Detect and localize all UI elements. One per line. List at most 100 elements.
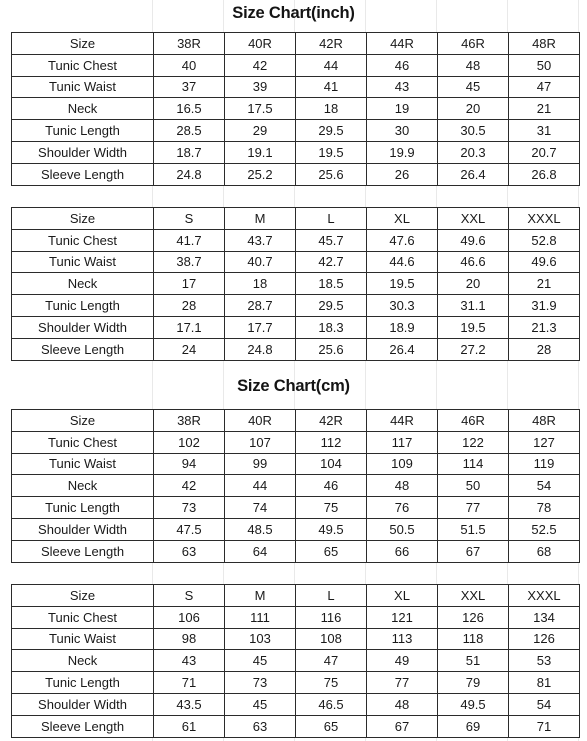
measurement-value-cell: 47.5 — [153, 517, 225, 541]
measurement-value-cell: 43 — [366, 75, 438, 99]
measurement-value-cell: 54 — [508, 474, 580, 498]
measurement-value-cell: 49 — [366, 649, 438, 673]
measurement-value-cell: 43.5 — [153, 692, 225, 716]
size-column-header-cell: XXXL — [508, 207, 580, 230]
measurement-value-cell: 126 — [508, 627, 580, 651]
measurement-label-cell: Sleeve Length — [11, 714, 154, 738]
size-column-header-cell: 48R — [508, 32, 580, 55]
measurement-value-cell: 26.4 — [366, 337, 438, 361]
table-body: Size S M L XL XXL XXXL Tunic Chest 41.7 43.7 45.7 4… — [11, 207, 580, 361]
table-row: Shoulder Width 17.1 17.7 18.3 18.9 19.5 21.3 — [11, 315, 580, 339]
measurement-value-cell: 20.3 — [437, 140, 509, 164]
measurement-label-cell: Tunic Chest — [11, 228, 154, 252]
measurement-value-cell: 99 — [224, 452, 296, 476]
table-row: Tunic Chest 106 111 116 121 126 134 — [11, 605, 580, 629]
measurement-value-cell: 20.7 — [508, 140, 580, 164]
measurement-value-cell: 16.5 — [153, 97, 225, 121]
size-header-cell: Size — [11, 584, 154, 607]
measurement-value-cell: 19.5 — [295, 140, 367, 164]
measurement-value-cell: 24.8 — [153, 162, 225, 186]
size-chart-cm-title: Size Chart(cm) — [237, 377, 350, 395]
table-row: Tunic Length 73 74 75 76 77 78 — [11, 496, 580, 519]
measurement-value-cell: 20 — [437, 97, 509, 121]
measurement-label-cell: Shoulder Width — [11, 517, 154, 541]
measurement-value-cell: 73 — [224, 671, 296, 694]
size-column-header-cell: 46R — [437, 409, 509, 432]
measurement-value-cell: 45.7 — [295, 228, 367, 252]
measurement-value-cell: 113 — [366, 627, 438, 651]
table-row: Tunic Length 28 28.7 29.5 30.3 31.1 31.9 — [11, 294, 580, 317]
measurement-value-cell: 47 — [295, 649, 367, 673]
measurement-value-cell: 21.3 — [508, 315, 580, 339]
table-row: Tunic Chest 40 42 44 46 48 50 — [11, 53, 580, 77]
measurement-value-cell: 38.7 — [153, 250, 225, 274]
measurement-value-cell: 20 — [437, 272, 509, 296]
table-row: Sleeve Length 63 64 65 66 67 68 — [11, 539, 580, 563]
size-column-header-cell: L — [295, 584, 367, 607]
measurement-value-cell: 42 — [224, 53, 296, 77]
table-row: Sleeve Length 24 24.8 25.6 26.4 27.2 28 — [11, 337, 580, 361]
size-column-header-cell: 42R — [295, 32, 367, 55]
measurement-value-cell: 40.7 — [224, 250, 296, 274]
size-column-header-cell: M — [224, 207, 296, 230]
size-header-cell: Size — [11, 207, 154, 230]
measurement-value-cell: 28.5 — [153, 119, 225, 142]
size-column-header-cell: XL — [366, 584, 438, 607]
measurement-value-cell: 76 — [366, 496, 438, 519]
measurement-value-cell: 73 — [153, 496, 225, 519]
table-row: Tunic Waist 94 99 104 109 114 119 — [11, 452, 580, 476]
table-row: Neck 16.5 17.5 18 19 20 21 — [11, 97, 580, 121]
table-row: Tunic Waist 37 39 41 43 45 47 — [11, 75, 580, 99]
measurement-value-cell: 41.7 — [153, 228, 225, 252]
measurement-value-cell: 24 — [153, 337, 225, 361]
size-column-header-cell: 46R — [437, 32, 509, 55]
table-row: Sleeve Length 24.8 25.2 25.6 26 26.4 26.8 — [11, 162, 580, 186]
measurement-value-cell: 17 — [153, 272, 225, 296]
measurement-value-cell: 29.5 — [295, 294, 367, 317]
measurement-value-cell: 18.7 — [153, 140, 225, 164]
measurement-value-cell: 41 — [295, 75, 367, 99]
measurement-value-cell: 109 — [366, 452, 438, 476]
table-row: Tunic Length 71 73 75 77 79 81 — [11, 671, 580, 694]
measurement-value-cell: 50 — [437, 474, 509, 498]
measurement-value-cell: 46 — [366, 53, 438, 77]
measurement-value-cell: 19 — [366, 97, 438, 121]
measurement-label-cell: Sleeve Length — [11, 337, 154, 361]
measurement-value-cell: 108 — [295, 627, 367, 651]
table-body: Size 38R 40R 42R 44R 46R 48R Tunic Chest 40 42 44 4… — [11, 32, 580, 186]
table-row: Shoulder Width 43.5 45 46.5 48 49.5 54 — [11, 692, 580, 716]
measurement-value-cell: 75 — [295, 671, 367, 694]
measurement-value-cell: 74 — [224, 496, 296, 519]
measurement-value-cell: 66 — [366, 539, 438, 563]
measurement-value-cell: 18 — [224, 272, 296, 296]
size-column-header-cell: XL — [366, 207, 438, 230]
measurement-value-cell: 94 — [153, 452, 225, 476]
measurement-value-cell: 48 — [437, 53, 509, 77]
measurement-value-cell: 111 — [224, 605, 296, 629]
measurement-value-cell: 65 — [295, 539, 367, 563]
measurement-value-cell: 19.5 — [366, 272, 438, 296]
size-header-cell: Size — [11, 32, 154, 55]
measurement-label-cell: Tunic Chest — [11, 605, 154, 629]
size-column-header-cell: S — [153, 584, 225, 607]
measurement-value-cell: 43 — [153, 649, 225, 673]
measurement-value-cell: 44 — [224, 474, 296, 498]
table-body: Size 38R 40R 42R 44R 46R 48R Tunic Chest 102 107 1… — [11, 409, 580, 563]
measurement-label-cell: Neck — [11, 649, 154, 673]
measurement-label-cell: Sleeve Length — [11, 162, 154, 186]
measurement-value-cell: 17.1 — [153, 315, 225, 339]
measurement-value-cell: 61 — [153, 714, 225, 738]
measurement-value-cell: 68 — [508, 539, 580, 563]
measurement-label-cell: Tunic Length — [11, 119, 154, 142]
table-header-row: Size 38R 40R 42R 44R 46R 48R — [11, 32, 580, 55]
measurement-value-cell: 39 — [224, 75, 296, 99]
measurement-value-cell: 107 — [224, 430, 296, 454]
measurement-value-cell: 79 — [437, 671, 509, 694]
size-column-header-cell: 40R — [224, 32, 296, 55]
measurement-value-cell: 106 — [153, 605, 225, 629]
measurement-value-cell: 25.6 — [295, 162, 367, 186]
measurement-value-cell: 49.6 — [508, 250, 580, 274]
measurement-label-cell: Tunic Chest — [11, 430, 154, 454]
measurement-value-cell: 65 — [295, 714, 367, 738]
measurement-label-cell: Tunic Waist — [11, 627, 154, 651]
